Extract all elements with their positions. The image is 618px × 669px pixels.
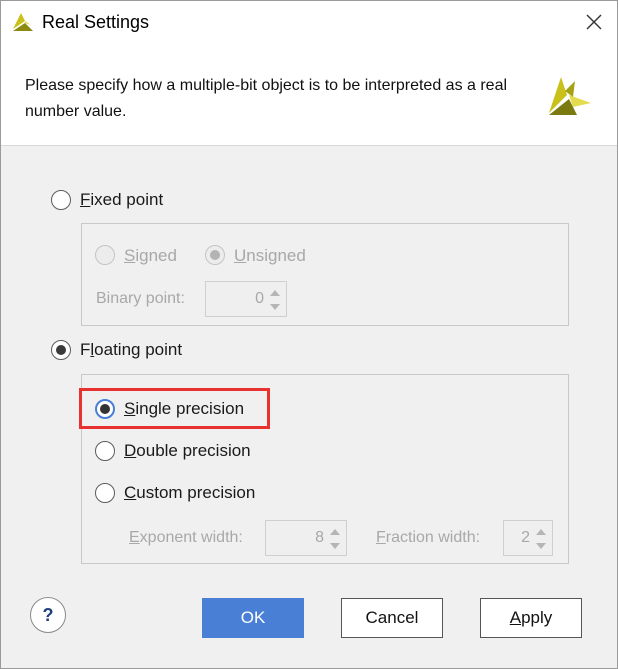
binary-point-down[interactable] — [268, 301, 282, 313]
floating-point-label[interactable]: Floating point — [80, 340, 182, 360]
custom-precision-label[interactable]: Custom precision — [124, 483, 255, 503]
double-precision-label[interactable]: Double precision — [124, 441, 251, 461]
description-pane: Please specify how a multiple-bit object… — [1, 45, 617, 146]
window-title: Real Settings — [42, 12, 150, 32]
close-button[interactable] — [577, 5, 611, 39]
arrow-up-icon — [330, 529, 340, 535]
floating-point-label-rest: oating point — [94, 340, 183, 359]
binary-point-value: 0 — [255, 290, 264, 307]
unsigned-radio[interactable] — [205, 245, 225, 265]
binary-point-label: Binary point: — [96, 290, 185, 307]
apply-label-rest: pply — [521, 608, 553, 627]
signed-mnemonic: S — [124, 246, 136, 265]
close-icon — [586, 14, 602, 30]
exponent-width-mnemonic: E — [129, 529, 140, 546]
xilinx-brand-logo-icon — [549, 77, 591, 115]
signed-label-rest: igned — [135, 246, 177, 265]
real-settings-dialog: Real Settings Please specify how a multi… — [0, 0, 618, 669]
custom-precision-radio[interactable] — [95, 483, 115, 503]
exponent-width-spinner[interactable]: 8 — [265, 520, 347, 556]
fraction-width-spinner[interactable]: 2 — [503, 520, 553, 556]
apply-button[interactable]: Apply — [480, 598, 582, 638]
exponent-width-value: 8 — [315, 529, 324, 546]
exponent-width-down[interactable] — [328, 540, 342, 552]
unsigned-radio-dot — [210, 250, 220, 260]
arrow-up-icon — [270, 290, 280, 296]
unsigned-label[interactable]: Unsigned — [234, 246, 306, 266]
custom-precision-mnemonic: C — [124, 483, 137, 502]
double-precision-radio[interactable] — [95, 441, 115, 461]
fraction-width-value: 2 — [521, 529, 530, 546]
exponent-width-label-rest: xponent width: — [139, 529, 243, 546]
signed-label[interactable]: Signed — [124, 246, 177, 266]
xilinx-logo-icon — [13, 13, 33, 31]
title-bar: Real Settings — [1, 1, 617, 45]
arrow-down-icon — [270, 304, 280, 310]
unsigned-label-rest: nsigned — [246, 246, 306, 265]
arrow-down-icon — [330, 543, 340, 549]
signed-radio[interactable] — [95, 245, 115, 265]
double-precision-mnemonic: D — [124, 441, 137, 460]
fixed-point-label[interactable]: Fixed point — [80, 190, 163, 210]
description-text: Please specify how a multiple-bit object… — [25, 77, 508, 120]
floating-point-radio[interactable] — [51, 340, 71, 360]
floating-point-radio-dot — [56, 345, 66, 355]
arrow-up-icon — [536, 529, 546, 535]
binary-point-up[interactable] — [268, 287, 282, 299]
fraction-width-label-rest: raction width: — [385, 529, 481, 546]
fraction-width-label: Fraction width: — [376, 529, 480, 547]
apply-mnemonic: A — [509, 608, 522, 627]
fraction-width-up[interactable] — [534, 526, 548, 538]
custom-precision-label-rest: ustom precision — [136, 483, 256, 502]
fixed-point-mnemonic: F — [80, 190, 91, 209]
single-precision-highlight-box — [79, 388, 270, 429]
binary-point-spinner[interactable]: 0 — [205, 281, 287, 317]
fraction-width-mnemonic: F — [376, 529, 386, 546]
unsigned-mnemonic: U — [234, 246, 247, 265]
ok-button[interactable]: OK — [202, 598, 304, 638]
fixed-point-radio[interactable] — [51, 190, 71, 210]
cancel-button[interactable]: Cancel — [341, 598, 443, 638]
floating-point-label-pre: F — [80, 340, 91, 359]
exponent-width-label: Exponent width: — [129, 529, 243, 547]
fraction-width-down[interactable] — [534, 540, 548, 552]
exponent-width-up[interactable] — [328, 526, 342, 538]
arrow-down-icon — [536, 543, 546, 549]
fixed-point-label-rest: ixed point — [90, 190, 164, 209]
help-button[interactable]: ? — [30, 597, 66, 633]
fixed-point-group: Signed Unsigned Binary point: 0 — [81, 223, 569, 326]
double-precision-label-rest: ouble precision — [136, 441, 251, 460]
